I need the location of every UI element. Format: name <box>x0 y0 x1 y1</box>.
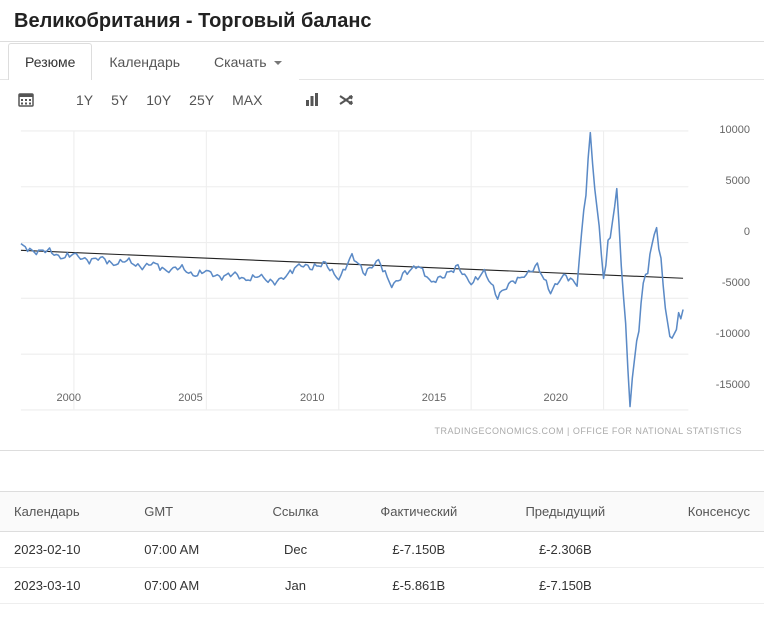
tab-download-label: Скачать <box>214 54 267 70</box>
range-5y[interactable]: 5Y <box>111 92 128 108</box>
cell-gmt: 07:00 AM <box>130 532 244 568</box>
y-tick-label: -5000 <box>722 277 750 289</box>
cell-date: 2023-03-10 <box>0 568 130 604</box>
table-header-row: Календарь GMT Ссылка Фактический Предыду… <box>0 492 764 532</box>
calendar-table: Календарь GMT Ссылка Фактический Предыду… <box>0 491 764 604</box>
chevron-down-icon <box>274 61 282 65</box>
cell-date: 2023-02-10 <box>0 532 130 568</box>
tab-download[interactable]: Скачать <box>197 43 299 80</box>
table-row[interactable]: 2023-03-1007:00 AMJan£-5.861B£-7.150B <box>0 568 764 604</box>
cell-consensus <box>640 532 764 568</box>
y-tick-label: -10000 <box>716 328 750 340</box>
x-tick-label: 2015 <box>422 392 446 404</box>
tab-calendar[interactable]: Календарь <box>92 43 197 80</box>
cell-prev: £-2.306B <box>491 532 640 568</box>
cell-actual: £-7.150B <box>347 532 492 568</box>
cell-actual: £-5.861B <box>347 568 492 604</box>
th-calendar: Календарь <box>0 492 130 532</box>
y-tick-label: 5000 <box>726 175 750 187</box>
chart-plot[interactable]: -15000 -10000 -5000 0 5000 10000 2000 2005 2010… <box>10 120 754 420</box>
th-previous: Предыдущий <box>491 492 640 532</box>
range-1y[interactable]: 1Y <box>76 92 93 108</box>
cell-gmt: 07:00 AM <box>130 568 244 604</box>
cell-consensus <box>640 568 764 604</box>
chart-container: -15000 -10000 -5000 0 5000 10000 2000 2005 2010… <box>0 120 764 451</box>
range-10y[interactable]: 10Y <box>146 92 171 108</box>
y-tick-label: -15000 <box>716 379 750 391</box>
x-tick-label: 2010 <box>300 392 324 404</box>
range-25y[interactable]: 25Y <box>189 92 214 108</box>
y-tick-label: 10000 <box>719 124 750 136</box>
th-reference: Ссылка <box>245 492 347 532</box>
calendar-icon[interactable] <box>18 92 34 108</box>
cell-ref: Dec <box>245 532 347 568</box>
chart-type-icon[interactable] <box>304 92 320 108</box>
y-tick-label: 0 <box>744 226 750 238</box>
cell-prev: £-7.150B <box>491 568 640 604</box>
cell-ref: Jan <box>245 568 347 604</box>
x-tick-label: 2020 <box>543 392 567 404</box>
th-actual: Фактический <box>347 492 492 532</box>
th-consensus: Консенсус <box>640 492 764 532</box>
range-max[interactable]: MAX <box>232 92 262 108</box>
compare-icon[interactable] <box>338 92 356 108</box>
chart-toolbar: 1Y 5Y 10Y 25Y MAX <box>0 80 764 120</box>
tab-resume[interactable]: Резюме <box>8 43 92 80</box>
th-gmt: GMT <box>130 492 244 532</box>
table-row[interactable]: 2023-02-1007:00 AMDec£-7.150B£-2.306B <box>0 532 764 568</box>
x-tick-label: 2000 <box>57 392 81 404</box>
tab-bar: Резюме Календарь Скачать <box>0 42 764 80</box>
page-title: Великобритания - Торговый баланс <box>0 0 764 42</box>
x-tick-label: 2005 <box>178 392 202 404</box>
